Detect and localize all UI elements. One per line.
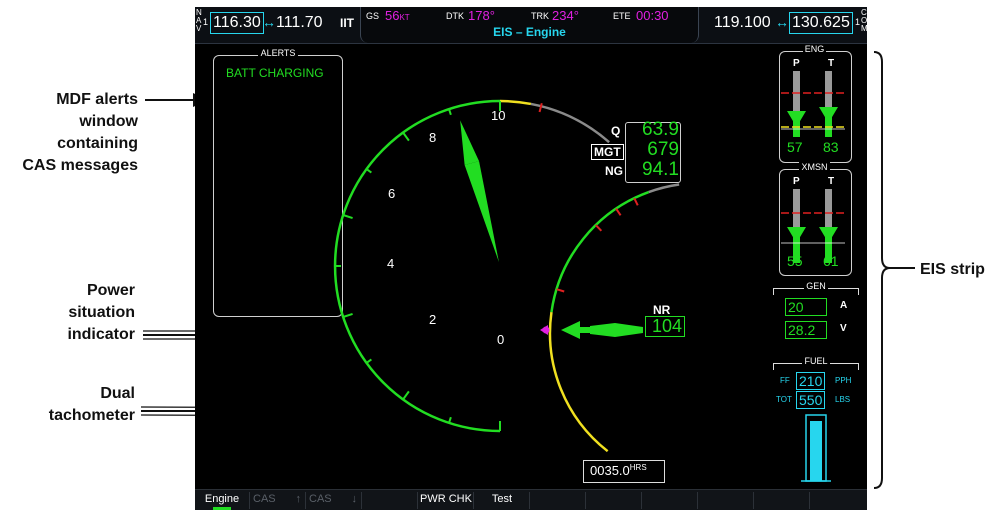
psi-arc-group [333, 99, 610, 433]
softkey-blank-3[interactable] [587, 492, 642, 509]
fuel-title: FUEL [802, 356, 830, 366]
nr-target-dot [542, 326, 550, 334]
tach-red-mark-2 [595, 224, 603, 232]
tach-red-mark-1 [615, 208, 622, 216]
psi-tick-4 [342, 312, 353, 318]
ff-value: 210 [796, 372, 826, 390]
nav-swap-arrow[interactable]: ↔ [262, 14, 276, 30]
nr-value: 104 [645, 316, 685, 337]
top-bar: N A V 1 116.30 ↔ 111.70 IIT GS 56KT DTK … [195, 7, 867, 44]
psi-label-8: 8 [429, 130, 437, 145]
tach-red-mark-0 [633, 197, 639, 206]
mgt-label: MGT [591, 144, 624, 160]
tach-green-arc [550, 190, 650, 313]
nav-active-freq[interactable]: 116.30 [210, 12, 264, 34]
mgt-value: 679 [647, 139, 679, 160]
gen-amps-value: 20 [785, 298, 827, 316]
softkey-pwr-chk[interactable]: PWR CHK [419, 492, 474, 509]
q-label: Q [611, 124, 621, 138]
tot-value: 550 [796, 391, 826, 409]
softkey-blank-5[interactable] [699, 492, 754, 509]
psi-needle-head [460, 120, 480, 166]
psi-green-arc [333, 99, 501, 433]
softkey-bar: Engine CAS ↑ CAS ↓ PWR CHK Test [195, 489, 867, 510]
xmsn-t-bar [819, 189, 838, 263]
psi-tick-8 [402, 131, 410, 142]
tach-red-mark-3 [556, 288, 565, 293]
psi-redline [538, 103, 543, 113]
psi-label-10: 10 [491, 108, 506, 123]
eis-bracket [873, 51, 915, 489]
psi-label-0: 0 [497, 332, 505, 347]
softkey-blank-6[interactable] [755, 492, 810, 509]
softkey-test[interactable]: Test [475, 492, 530, 509]
softkey-engine-indicator [213, 507, 231, 510]
nav-ident: IIT [340, 16, 354, 30]
psi-label-6: 6 [388, 186, 396, 201]
trk-value: 234° [552, 8, 579, 23]
page-title: EIS – Engine [493, 25, 566, 39]
psi-tick-3 [365, 358, 372, 364]
gen-title: GEN [804, 281, 828, 291]
tach-gray-arc [648, 183, 680, 194]
nr-label: NR [653, 303, 671, 317]
q-value: 63.9 [642, 119, 679, 140]
psi-tick-9 [448, 108, 452, 116]
nav-radio-block: N A V 1 116.30 ↔ 111.70 IIT [196, 8, 354, 34]
com-radio-block: 119.100 ↔ 130.625 1 C O M [714, 8, 867, 34]
softkey-blank-2[interactable] [531, 492, 586, 509]
nr-needle-body [590, 323, 643, 337]
com-active-freq[interactable]: 119.100 [714, 13, 771, 33]
psi-label-2: 2 [429, 312, 437, 327]
psi-tick-1 [448, 416, 452, 424]
psi-tick-7 [365, 168, 372, 174]
dtk-value: 178° [468, 8, 495, 23]
com-standby-freq[interactable]: 130.625 [789, 12, 853, 34]
softkey-blank-1[interactable] [363, 492, 418, 509]
groundspeed-value: 56KT [385, 8, 410, 23]
softkey-cas-up[interactable]: CAS ↑ [251, 492, 306, 509]
eis-bar-gauges [781, 71, 845, 263]
nav-standby-freq[interactable]: 111.70 [276, 13, 323, 33]
gen-volts-value: 28.2 [785, 321, 827, 339]
psi-yellow-arc [499, 99, 532, 106]
gauges-graphic [333, 99, 680, 453]
com-swap-arrow[interactable]: ↔ [775, 14, 789, 30]
softkey-blank-7[interactable] [811, 492, 865, 509]
nav-data-block: GS 56KT DTK 178° TRK 234° ETE 00:30 EIS … [360, 7, 699, 43]
softkey-blank-4[interactable] [643, 492, 698, 509]
psi-label-4: 4 [387, 256, 395, 271]
xmsn-p-bar [787, 189, 806, 263]
hours-value: 0035.0HRS [590, 463, 647, 478]
psi-tick-6 [342, 214, 353, 220]
psi-needle-body [464, 161, 499, 263]
psi-tick-2 [402, 390, 410, 401]
ng-label: NG [605, 164, 623, 178]
softkey-cas-down[interactable]: CAS ↓ [307, 492, 362, 509]
ng-value: 94.1 [642, 159, 679, 180]
mfd-screen: N A V 1 116.30 ↔ 111.70 IIT GS 56KT DTK … [195, 7, 867, 510]
ete-value: 00:30 [636, 8, 669, 23]
fuel-quantity-bar [801, 414, 831, 482]
psi-gray-arc [530, 102, 610, 144]
